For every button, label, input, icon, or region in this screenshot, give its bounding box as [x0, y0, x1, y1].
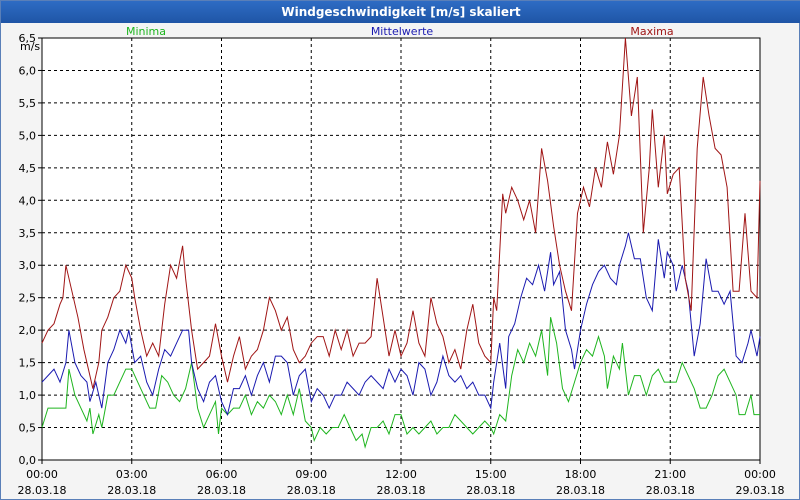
y-tick-label: 6,0: [19, 64, 37, 77]
x-axis: 00:00 28.03.18 03:00 28.03.18 06:00 28.03.18 0…: [18, 460, 785, 497]
x-tick-date: 28.03.18: [287, 484, 336, 497]
y-tick-label: 2,0: [19, 324, 37, 337]
legend-maxima: Maxima: [630, 25, 673, 38]
x-tick-time: 18:00: [565, 468, 597, 481]
line-chart: 0,00,51,01,52,02,53,03,54,04,55,05,56,06…: [18, 25, 785, 497]
x-tick-time: 03:00: [116, 468, 148, 481]
y-tick-label: 1,5: [19, 357, 37, 370]
y-tick-label: 4,0: [19, 194, 37, 207]
x-tick-time: 00:00: [26, 468, 58, 481]
y-tick-label: 4,5: [19, 162, 37, 175]
x-tick-time: 00:00: [744, 468, 776, 481]
x-tick-time: 06:00: [206, 468, 238, 481]
x-tick-date: 28.03.18: [18, 484, 67, 497]
x-tick-date: 28.03.18: [377, 484, 426, 497]
y-tick-label: 0,5: [19, 422, 37, 435]
y-tick-label: 3,0: [19, 259, 37, 272]
x-tick-time: 15:00: [475, 468, 507, 481]
x-tick-time: 12:00: [385, 468, 417, 481]
x-tick-date: 28.03.18: [646, 484, 695, 497]
x-tick-date: 28.03.18: [466, 484, 515, 497]
y-tick-label: 2,5: [19, 292, 37, 305]
y-tick-label: 1,0: [19, 389, 37, 402]
y-tick-label: 0,0: [19, 454, 37, 467]
x-tick-time: 09:00: [295, 468, 327, 481]
y-tick-label: 5,0: [19, 129, 37, 142]
y-axis: 0,00,51,01,52,02,53,03,54,04,55,05,56,06…: [19, 32, 42, 467]
x-tick-date: 28.03.18: [556, 484, 605, 497]
x-tick-date: 28.03.18: [107, 484, 156, 497]
legend-minima: Minima: [126, 25, 166, 38]
legend-mittelwerte: Mittelwerte: [371, 25, 434, 38]
x-tick-time: 21:00: [654, 468, 686, 481]
x-tick-date: 29.03.18: [736, 484, 785, 497]
x-tick-date: 28.03.18: [197, 484, 246, 497]
y-tick-label: 3,5: [19, 227, 37, 240]
y-axis-label: m/s: [20, 40, 40, 53]
y-tick-label: 5,5: [19, 97, 37, 110]
